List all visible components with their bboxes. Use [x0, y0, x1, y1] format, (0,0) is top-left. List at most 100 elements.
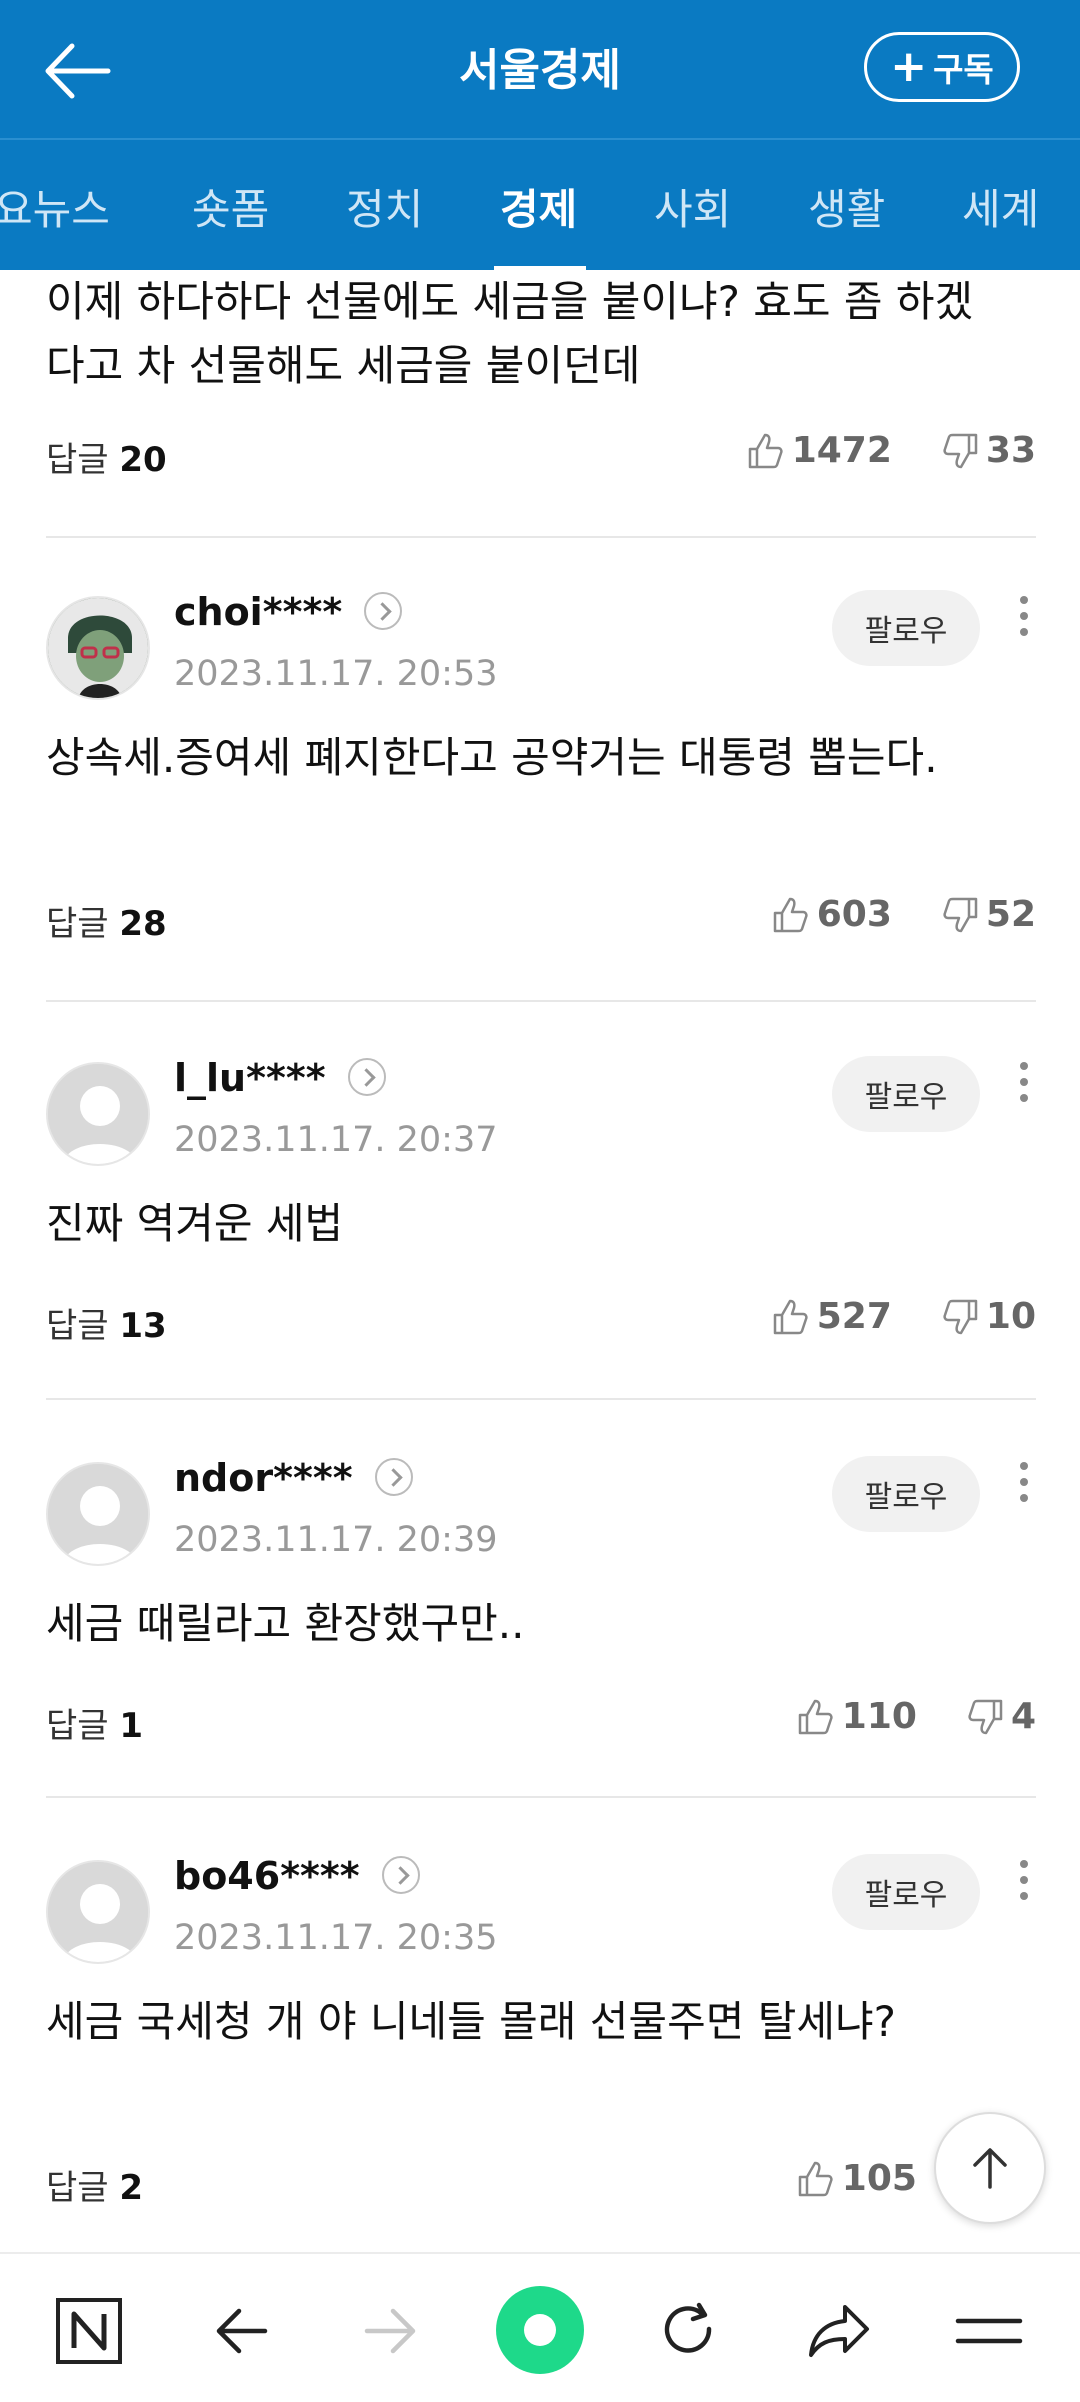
- category-tabs: 요뉴스 숏폼 정치 경제 사회 생활 세계: [0, 138, 1080, 270]
- reply-count: 13: [119, 1306, 167, 1346]
- like-count: 527: [816, 1296, 892, 1337]
- reply-button[interactable]: 답글 20: [46, 432, 167, 481]
- green-dot-icon: [496, 2286, 584, 2374]
- like-count: 603: [816, 894, 892, 935]
- tab-news[interactable]: 요뉴스: [0, 176, 110, 237]
- comment-date: 2023.11.17. 20:39: [174, 1520, 498, 1560]
- comment-date: 2023.11.17. 20:53: [174, 654, 498, 694]
- thumbs-down-icon[interactable]: [940, 431, 980, 471]
- avatar[interactable]: [46, 1462, 150, 1566]
- username[interactable]: bo46****: [174, 1854, 420, 1898]
- default-avatar-icon: [48, 1064, 148, 1164]
- comment-item: 이제 하다하다 선물에도 세금을 붙이냐? 효도 좀 하겠다고 차 선물해도 세…: [46, 270, 1036, 530]
- nav-back-button[interactable]: [204, 2294, 278, 2368]
- nav-back-icon: [216, 2308, 268, 2354]
- avatar[interactable]: [46, 596, 150, 700]
- app-header: 서울경제 + 구독: [0, 0, 1080, 138]
- reply-count: 1: [119, 1706, 144, 1746]
- tab-world[interactable]: 세계: [962, 176, 1039, 237]
- reply-label: 답글: [46, 1306, 109, 1346]
- avatar[interactable]: [46, 1062, 150, 1166]
- chevron-right-icon[interactable]: [347, 1057, 386, 1096]
- default-avatar-icon: [48, 1464, 148, 1564]
- naver-n-icon: [56, 2298, 122, 2364]
- divider: [46, 1398, 1036, 1400]
- comment-date: 2023.11.17. 20:37: [174, 1120, 498, 1160]
- subscribe-button[interactable]: + 구독: [864, 32, 1020, 102]
- thumbs-down-icon[interactable]: [965, 1697, 1005, 1737]
- more-vertical-icon[interactable]: [1012, 1056, 1036, 1116]
- nav-forward-icon: [364, 2308, 416, 2354]
- refresh-button[interactable]: [652, 2294, 726, 2368]
- avatar-character-icon: [48, 598, 148, 698]
- dislike-count: 10: [985, 1296, 1036, 1337]
- thumbs-up-icon[interactable]: [771, 1297, 811, 1337]
- username[interactable]: l_lu****: [174, 1056, 386, 1100]
- reply-label: 답글: [46, 440, 109, 480]
- reply-button[interactable]: 답글 28: [46, 896, 167, 945]
- green-dot-button[interactable]: [494, 2284, 586, 2376]
- reply-label: 답글: [46, 904, 109, 944]
- username-text: ndor****: [174, 1456, 353, 1500]
- follow-button[interactable]: 팔로우: [832, 590, 980, 666]
- like-count: 110: [841, 1696, 917, 1737]
- share-button[interactable]: [802, 2294, 876, 2368]
- comment-item: choi**** 2023.11.17. 20:53 팔로우 상속세.증여세 폐…: [46, 590, 1036, 970]
- vote-bar: 603 52: [771, 894, 1036, 935]
- tab-life[interactable]: 생활: [808, 176, 885, 237]
- menu-icon: [955, 2318, 1023, 2344]
- comment-date: 2023.11.17. 20:35: [174, 1918, 498, 1958]
- arrow-up-icon: [973, 2148, 1007, 2189]
- chevron-right-icon[interactable]: [374, 1457, 413, 1496]
- tab-economy[interactable]: 경제: [500, 176, 577, 237]
- dislike-count: 4: [1010, 1696, 1036, 1737]
- thumbs-down-icon[interactable]: [940, 895, 980, 935]
- like-count: 1472: [791, 430, 892, 471]
- default-avatar-icon: [48, 1862, 148, 1962]
- more-vertical-icon[interactable]: [1012, 1854, 1036, 1914]
- chevron-right-icon[interactable]: [381, 1855, 420, 1894]
- tab-shortform[interactable]: 숏폼: [192, 176, 269, 237]
- avatar[interactable]: [46, 1860, 150, 1964]
- thumbs-down-icon[interactable]: [940, 1297, 980, 1337]
- username[interactable]: choi****: [174, 590, 403, 634]
- username-text: bo46****: [174, 1854, 360, 1898]
- thumbs-up-icon[interactable]: [796, 1697, 836, 1737]
- follow-button[interactable]: 팔로우: [832, 1456, 980, 1532]
- follow-button[interactable]: 팔로우: [832, 1056, 980, 1132]
- comment-body: 세금 때릴라고 환장했구만..: [46, 1599, 525, 1648]
- scroll-to-top-button[interactable]: [934, 2112, 1046, 2224]
- follow-button[interactable]: 팔로우: [832, 1854, 980, 1930]
- reply-label: 답글: [46, 2168, 109, 2208]
- menu-button[interactable]: [952, 2294, 1026, 2368]
- plus-icon: +: [890, 41, 928, 92]
- reply-button[interactable]: 답글 13: [46, 1298, 167, 1347]
- thumbs-up-icon[interactable]: [796, 2159, 836, 2199]
- reply-button[interactable]: 답글 2: [46, 2160, 143, 2209]
- chevron-right-icon[interactable]: [364, 591, 403, 630]
- comment-body: 이제 하다하다 선물에도 세금을 붙이냐? 효도 좀 하겠다고 차 선물해도 세…: [46, 277, 974, 390]
- username-text: choi****: [174, 590, 343, 634]
- divider: [46, 536, 1036, 538]
- reply-button[interactable]: 답글 1: [46, 1698, 143, 1747]
- tab-society[interactable]: 사회: [654, 176, 731, 237]
- username[interactable]: ndor****: [174, 1456, 413, 1500]
- comment-body: 상속세.증여세 폐지한다고 공약거는 대통령 뽑는다.: [46, 733, 938, 782]
- thumbs-up-icon[interactable]: [771, 895, 811, 935]
- thumbs-up-icon[interactable]: [746, 431, 786, 471]
- vote-bar: 110 4: [796, 1696, 1036, 1737]
- tab-politics[interactable]: 정치: [346, 176, 423, 237]
- home-button[interactable]: [52, 2294, 126, 2368]
- nav-forward-button[interactable]: [354, 2294, 428, 2368]
- like-count: 105: [841, 2158, 917, 2199]
- more-vertical-icon[interactable]: [1012, 590, 1036, 650]
- reply-count: 2: [119, 2168, 144, 2208]
- browser-toolbar: [0, 2252, 1080, 2402]
- username-text: l_lu****: [174, 1056, 326, 1100]
- comment-body: 진짜 역겨운 세법: [46, 1199, 344, 1248]
- comment-body: 세금 국세청 개 야 니네들 몰래 선물주면 탈세냐?: [46, 1997, 896, 2046]
- refresh-icon: [664, 2302, 712, 2353]
- share-icon: [809, 2305, 869, 2357]
- more-vertical-icon[interactable]: [1012, 1456, 1036, 1516]
- reply-count: 20: [119, 440, 167, 480]
